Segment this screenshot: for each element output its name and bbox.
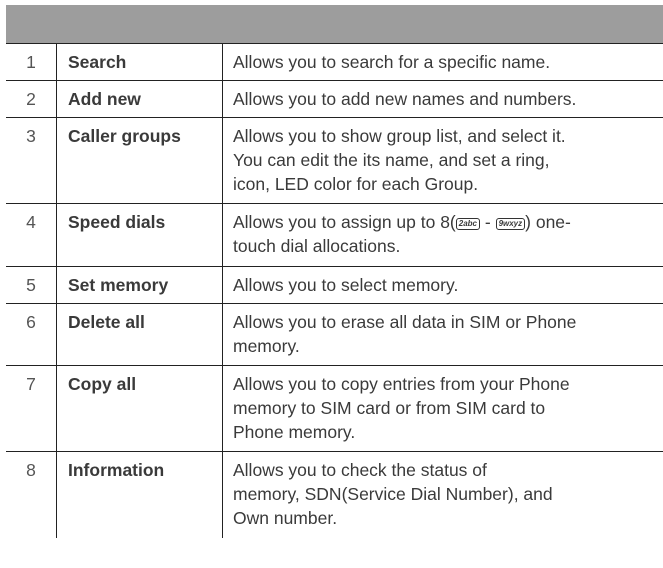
table-row: 5 Set memory Allows you to select memory… bbox=[6, 266, 663, 303]
row-title: Set memory bbox=[68, 275, 169, 295]
row-title: Speed dials bbox=[68, 212, 166, 232]
row-description: Allows you to show group list, and selec… bbox=[233, 124, 659, 196]
row-number: 2 bbox=[26, 89, 36, 109]
key-2abc-icon: 2abc bbox=[455, 218, 480, 230]
description-line: memory. bbox=[233, 336, 300, 356]
table-row: 6 Delete all Allows you to erase all dat… bbox=[6, 303, 663, 365]
row-title: Search bbox=[68, 52, 127, 72]
description-line: You can edit the its name, and set a rin… bbox=[233, 150, 550, 170]
description-line: memory to SIM card or from SIM card to bbox=[233, 398, 546, 418]
table-row: 2 Add new Allows you to add new names an… bbox=[6, 80, 663, 117]
row-description: Allows you to search for a specific name… bbox=[233, 52, 551, 72]
row-title: Delete all bbox=[68, 312, 145, 332]
table-row: 7 Copy all Allows you to copy entries fr… bbox=[6, 365, 663, 451]
table-row: 4 Speed dials Allows you to assign up to… bbox=[6, 203, 663, 266]
table-header bbox=[6, 5, 663, 43]
row-title: Information bbox=[68, 460, 165, 480]
description-text: ) one- bbox=[525, 212, 571, 232]
table-row: 1 Search Allows you to search for a spec… bbox=[6, 43, 663, 80]
description-line: touch dial allocations. bbox=[233, 236, 401, 256]
row-description: Allows you to check the status of memory… bbox=[233, 458, 659, 530]
row-number: 3 bbox=[26, 126, 36, 146]
row-number: 1 bbox=[26, 52, 36, 72]
row-description: Allows you to erase all data in SIM or P… bbox=[233, 310, 659, 358]
row-number: 6 bbox=[26, 312, 36, 332]
key-9wxyz-icon: 9wxyz bbox=[495, 218, 526, 230]
row-title: Add new bbox=[68, 89, 141, 109]
row-description: Allows you to copy entries from your Pho… bbox=[233, 372, 659, 444]
description-text: Allows you to assign up to 8( bbox=[233, 212, 456, 232]
row-title: Caller groups bbox=[68, 126, 181, 146]
row-number: 4 bbox=[26, 212, 36, 232]
description-line: Allows you to check the status of bbox=[233, 460, 487, 480]
description-line: memory, SDN(Service Dial Number), and bbox=[233, 484, 553, 504]
phonebook-table: 1 Search Allows you to search for a spec… bbox=[6, 5, 663, 538]
description-line: Allows you to erase all data in SIM or P… bbox=[233, 312, 577, 332]
description-line: icon, LED color for each Group. bbox=[233, 174, 479, 194]
row-description: Allows you to assign up to 8(2abc - 9wxy… bbox=[233, 210, 659, 258]
description-text: - bbox=[480, 212, 496, 232]
description-line: Allows you to copy entries from your Pho… bbox=[233, 374, 570, 394]
row-description: Allows you to select memory. bbox=[233, 275, 459, 295]
row-number: 8 bbox=[26, 460, 36, 480]
row-number: 7 bbox=[26, 374, 36, 394]
description-line: Phone memory. bbox=[233, 422, 356, 442]
row-description: Allows you to add new names and numbers. bbox=[233, 89, 577, 109]
description-line: Own number. bbox=[233, 508, 338, 528]
table-row: 3 Caller groups Allows you to show group… bbox=[6, 117, 663, 203]
table-row: 8 Information Allows you to check the st… bbox=[6, 451, 663, 538]
row-title: Copy all bbox=[68, 374, 137, 394]
description-line: Allows you to show group list, and selec… bbox=[233, 126, 566, 146]
row-number: 5 bbox=[26, 275, 36, 295]
